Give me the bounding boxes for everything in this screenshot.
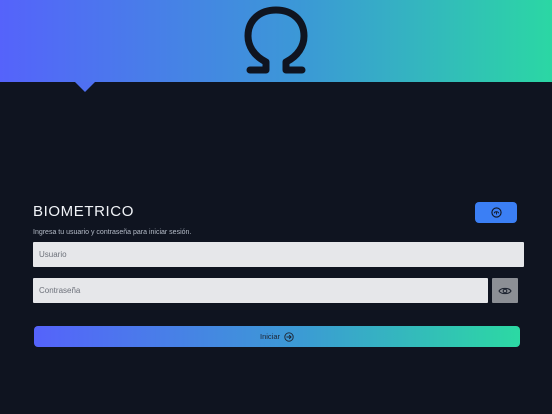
arrow-circle-right-icon xyxy=(284,331,294,342)
biometric-button[interactable] xyxy=(475,202,517,223)
submit-label: Iniciar xyxy=(259,332,280,341)
omega-logo-icon xyxy=(244,6,308,74)
login-instructions: Ingresa tu usuario y contraseña para ini… xyxy=(33,229,192,236)
login-submit-button[interactable]: Iniciar xyxy=(34,326,520,347)
show-password-button[interactable] xyxy=(492,278,518,303)
page-title: BIOMETRICO xyxy=(33,203,135,220)
header-pointer xyxy=(75,82,95,92)
username-input[interactable] xyxy=(33,242,524,267)
header-banner xyxy=(0,0,552,82)
eye-icon xyxy=(498,287,512,294)
fingerprint-icon xyxy=(490,207,502,218)
password-input[interactable] xyxy=(33,278,488,303)
